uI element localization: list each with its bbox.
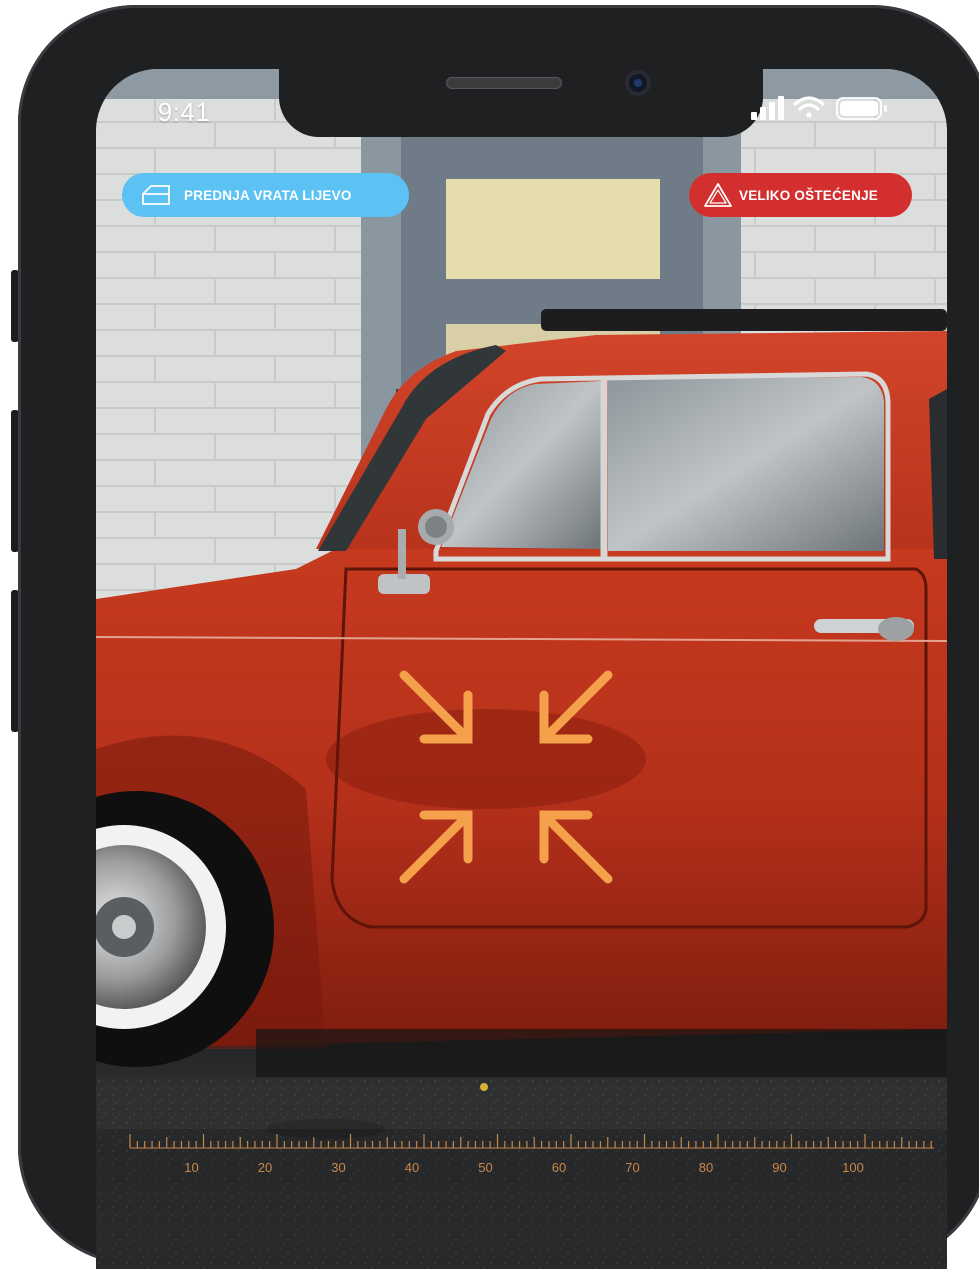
measurement-ruler: 10 20 30 40 50 60 70 80 90 100 — [129, 1134, 934, 1175]
arrow-top-right — [539, 670, 613, 744]
ruler-label: 70 — [625, 1160, 639, 1175]
damage-badge-label: VELIKO OŠTEĆENJE — [739, 187, 878, 203]
notch — [279, 65, 763, 137]
damage-badge[interactable]: VELIKO OŠTEĆENJE — [689, 173, 912, 217]
arrow-top-left — [399, 670, 473, 744]
arrow-bottom-right — [539, 810, 613, 884]
focus-arrows-inward-icon — [399, 670, 613, 884]
front-camera — [625, 70, 651, 96]
earpiece-speaker — [446, 77, 562, 89]
warning-triangle-icon — [704, 183, 732, 207]
ruler-label: 20 — [258, 1160, 272, 1175]
ruler-label: 90 — [772, 1160, 786, 1175]
status-icons — [751, 96, 887, 120]
part-badge-label: PREDNJA VRATA LIJEVO — [184, 187, 352, 203]
ruler-label: 60 — [552, 1160, 566, 1175]
ruler-label: 10 — [184, 1160, 198, 1175]
phone-frame: PREDNJA VRATA LIJEVO VELIKO OŠTEĆENJE 10… — [18, 5, 979, 1269]
ruler-label: 40 — [405, 1160, 419, 1175]
arrow-bottom-left — [399, 810, 473, 884]
status-time: 9:41 — [157, 97, 211, 127]
wifi-icon — [793, 96, 825, 118]
battery-icon — [836, 97, 887, 120]
camera-viewfinder[interactable]: PREDNJA VRATA LIJEVO VELIKO OŠTEĆENJE 10… — [96, 69, 947, 1269]
part-badge[interactable]: PREDNJA VRATA LIJEVO — [122, 173, 409, 217]
cellular-signal-icon — [751, 96, 784, 120]
ruler-label: 80 — [699, 1160, 713, 1175]
ruler-label: 50 — [478, 1160, 492, 1175]
ruler-label: 100 — [842, 1160, 864, 1175]
ruler-label: 30 — [331, 1160, 345, 1175]
car-door-icon — [142, 185, 170, 205]
